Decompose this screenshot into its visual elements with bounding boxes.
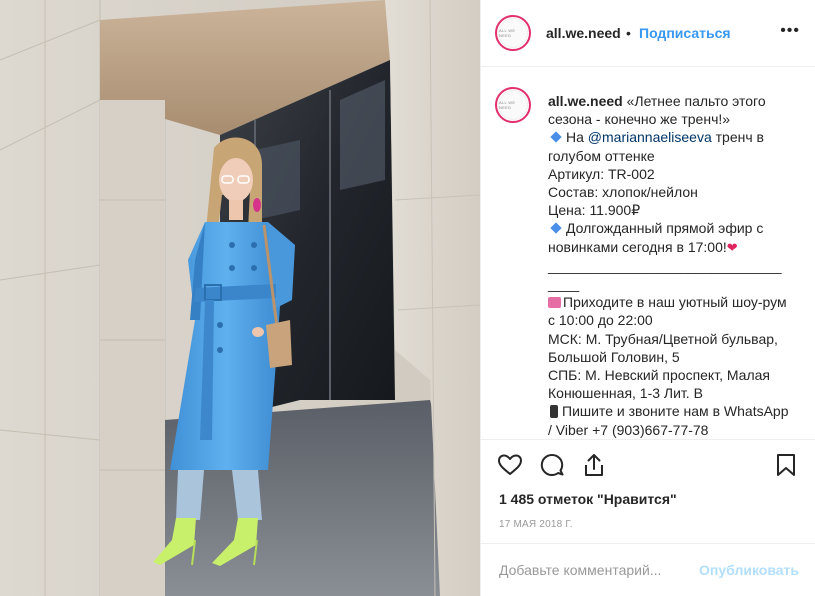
header-username-link[interactable]: all.we.need [546, 25, 621, 41]
caption-line: голубом оттенке [548, 147, 655, 164]
caption-line: Цена: 11.900₽ [548, 202, 641, 219]
caption-line: ____ [548, 276, 580, 293]
avatar-logo: ALL WE NEED [498, 18, 528, 48]
caption-line: с 10:00 до 22:00 [548, 312, 653, 329]
comment-icon[interactable] [539, 452, 565, 478]
caption-line: Большой Головин, 5 [548, 348, 680, 365]
post-sidebar: ALL WE NEED all.we.need • Подписаться ••… [480, 0, 815, 596]
follow-button[interactable]: Подписаться [639, 25, 731, 41]
comment-input[interactable] [499, 560, 679, 580]
share-icon[interactable] [581, 452, 607, 478]
mention-link[interactable]: @mariannaeliseeva [588, 129, 712, 145]
post-photo[interactable] [0, 0, 480, 596]
caption-line: / Viber +7 (903)667-77-78 [548, 421, 709, 438]
avatar[interactable]: ALL WE NEED [495, 15, 531, 51]
post-caption: all.we.need «Летнее пальто этого сезона … [548, 92, 803, 439]
caption-line: МСК: М. Трубная/Цветной бульвар, [548, 330, 778, 347]
blue-diamond-icon [550, 131, 562, 144]
caption-text: тренч в [711, 129, 764, 146]
caption-avatar-logo: ALL WE NEED [498, 90, 528, 120]
publish-button[interactable]: Опубликовать [699, 562, 799, 578]
bookmark-icon[interactable] [773, 452, 799, 478]
caption-text: Пишите и звоните нам в WhatsApp [562, 403, 789, 420]
blue-diamond-icon [550, 222, 562, 235]
caption-text: Приходите в наш уютный шоу-рум [563, 294, 787, 311]
post-photo-image [0, 0, 480, 596]
caption-username-link[interactable]: all.we.need [548, 93, 623, 109]
add-comment-bar: Опубликовать [481, 543, 815, 596]
red-heart-icon: ❤ [726, 239, 738, 255]
caption-line: СПБ: М. Невский проспект, Малая [548, 367, 770, 384]
caption-line: Конюшенная, 1-3 Лит. В [548, 385, 703, 402]
caption-text: Долгожданный прямой эфир с [566, 220, 764, 237]
caption-line: «Летнее пальто этого [626, 93, 766, 109]
post-header: ALL WE NEED all.we.need • Подписаться ••… [481, 0, 815, 67]
more-options-icon[interactable]: ••• [780, 22, 800, 40]
header-separator: • [626, 25, 631, 41]
caption-line: Артикул: TR-002 [548, 165, 655, 182]
shopping-bags-icon [548, 297, 561, 309]
caption-line: сезона - конечно же тренч!» [548, 111, 731, 128]
likes-count[interactable]: 1 485 отметок "Нравится" [499, 491, 677, 507]
caption-text: На [566, 129, 588, 146]
comments-area[interactable]: ALL WE NEED all.we.need «Летнее пальто э… [481, 67, 815, 440]
post-date[interactable]: 17 МАЯ 2018 Г. [499, 519, 573, 530]
heart-icon[interactable] [497, 452, 523, 478]
caption-line: Состав: хлопок/нейлон [548, 184, 698, 201]
action-bar [497, 452, 802, 482]
caption-text: новинками сегодня в 17:00! [548, 238, 727, 255]
mobile-phone-icon [550, 405, 558, 419]
caption-line: ______________________________ [548, 257, 782, 274]
caption-avatar[interactable]: ALL WE NEED [495, 87, 531, 123]
